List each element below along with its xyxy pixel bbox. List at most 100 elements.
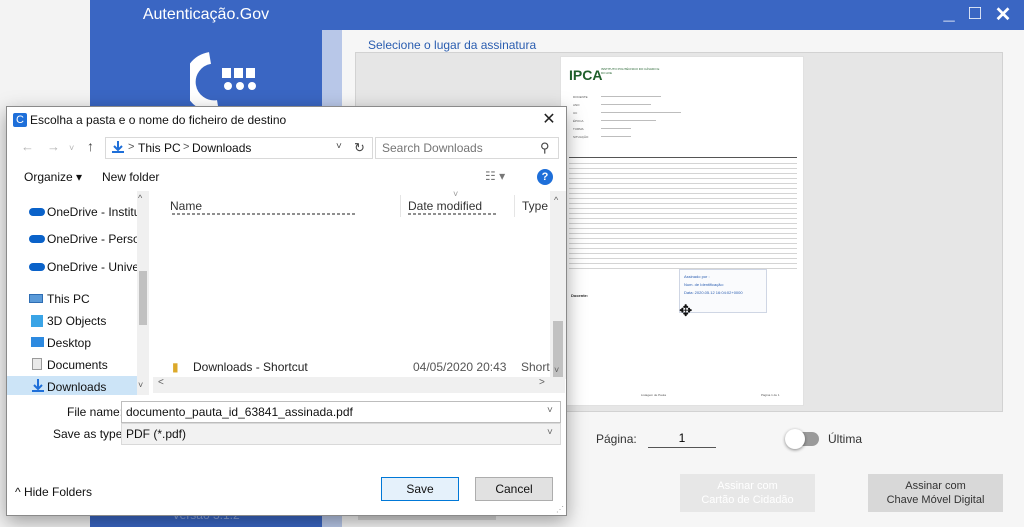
file-name-label: File name: xyxy=(67,405,124,419)
file-date: 04/05/2020 20:43 xyxy=(413,360,507,374)
sidebar-item-downloads[interactable]: Downloads xyxy=(7,376,137,395)
search-icon[interactable]: ⚲ xyxy=(540,140,550,156)
scroll-down-icon[interactable]: ˅ xyxy=(138,380,143,390)
view-options-icon[interactable]: ☷ ▾ xyxy=(485,169,505,183)
dialog-close-icon[interactable]: ✕ xyxy=(537,109,561,131)
maximize-icon[interactable]: □ xyxy=(962,2,988,25)
help-icon[interactable]: ? xyxy=(537,169,553,185)
recent-locations-chevron-icon[interactable]: ˅ xyxy=(69,143,74,153)
organize-button[interactable]: Organize ▾ xyxy=(24,170,82,184)
sidebar-item-onedrive-person[interactable]: OneDrive - Person xyxy=(7,228,137,250)
doc-field: TURMA xyxy=(573,127,584,131)
shortcut-folder-icon: ▮ xyxy=(172,360,179,374)
column-header-name[interactable]: Name xyxy=(170,199,202,213)
column-header-date-modified[interactable]: Date modified xyxy=(408,199,482,213)
desktop-icon xyxy=(31,337,44,347)
sidebar-item-label: OneDrive - Person xyxy=(47,232,137,246)
scroll-up-icon[interactable]: ^ xyxy=(138,193,142,203)
doc-text-line xyxy=(601,136,631,137)
doc-footer-listagem: Listagem de Pauta xyxy=(641,393,667,397)
chevron-up-icon: ^ xyxy=(15,485,24,499)
sign-with-mobile-key-button[interactable]: Assinar com Chave Móvel Digital xyxy=(868,474,1003,512)
app-icon: C xyxy=(13,113,27,127)
close-icon[interactable]: ✕ xyxy=(990,2,1016,27)
breadcrumb-downloads[interactable]: Downloads xyxy=(192,141,251,155)
page-label: Página: xyxy=(596,432,637,446)
scroll-down-icon[interactable]: ˅ xyxy=(554,365,559,375)
scroll-left-icon[interactable]: < xyxy=(158,377,164,388)
sign-with-citizen-card-button[interactable]: Assinar com Cartão de Cidadão xyxy=(680,474,815,512)
address-dropdown-chevron-icon[interactable]: ˅ xyxy=(336,141,342,152)
sidebar-item-documents[interactable]: Documents xyxy=(7,354,137,376)
refresh-icon[interactable]: ↻ xyxy=(354,140,365,156)
this-pc-icon xyxy=(29,294,43,303)
back-arrow-icon[interactable]: ← xyxy=(21,139,34,154)
command-bar: Organize ▾ New folder ☷ ▾ ? xyxy=(7,165,566,191)
doc-text-line xyxy=(601,120,656,121)
sidebar-item-label: 3D Objects xyxy=(47,314,107,328)
doc-field: UC xyxy=(573,111,578,115)
search-input[interactable] xyxy=(376,138,536,158)
breadcrumb-this-pc[interactable]: This PC xyxy=(138,141,181,155)
scroll-up-icon[interactable]: ^ xyxy=(554,195,558,205)
dialog-titlebar[interactable]: C Escolha a pasta e o nome do ficheiro d… xyxy=(7,107,566,133)
horizontal-scrollbar[interactable] xyxy=(153,377,565,393)
save-button[interactable]: Save xyxy=(381,477,459,501)
sidebar-item-3d-objects[interactable]: 3D Objects xyxy=(7,310,137,332)
navigation-scroll-thumb[interactable] xyxy=(139,271,147,325)
clipped-file-row[interactable] xyxy=(172,213,542,217)
doc-text-line xyxy=(601,96,661,97)
doc-field: ÉPOCA xyxy=(573,119,584,123)
page-number-input[interactable] xyxy=(648,428,716,448)
3d-objects-icon xyxy=(31,315,43,327)
sidebar-item-onedrive-univer[interactable]: OneDrive - Univer xyxy=(7,256,137,278)
column-header-type[interactable]: Type xyxy=(522,199,548,213)
file-list: Name ˅ Date modified Type ▮ Downloads - … xyxy=(150,191,566,395)
grades-table xyxy=(569,161,797,271)
save-file-dialog: C Escolha a pasta e o nome do ficheiro d… xyxy=(6,106,567,516)
download-folder-icon xyxy=(112,141,124,153)
scroll-right-icon[interactable]: > xyxy=(539,377,545,388)
doc-footer-page: Página 1 de 1 xyxy=(761,393,780,397)
save-as-type-select[interactable]: PDF (*.pdf) xyxy=(121,423,561,445)
signature-line: Data: 2020.05.12 16:04:02+0000 xyxy=(684,290,743,295)
last-page-toggle-knob[interactable] xyxy=(785,429,805,449)
clipped-file-date xyxy=(408,213,496,215)
app-logo-icon xyxy=(190,52,256,110)
forward-arrow-icon[interactable]: → xyxy=(47,139,60,154)
document-preview-page[interactable]: IPCA INSTITUTO POLITÉCNICO DO CÁVADO E D… xyxy=(560,56,804,406)
cancel-button[interactable]: Cancel xyxy=(475,477,553,501)
last-page-label: Última xyxy=(828,432,863,446)
doc-text-line xyxy=(601,104,651,105)
signature-location-header: Selecione o lugar da assinatura xyxy=(368,38,537,52)
save-as-type-dropdown-icon[interactable]: ˅ xyxy=(547,427,553,438)
file-name-dropdown-icon[interactable]: ˅ xyxy=(547,405,553,416)
sidebar-item-this-pc[interactable]: This PC xyxy=(7,288,137,310)
doc-field: DOCENTE xyxy=(573,95,588,99)
app-titlebar xyxy=(322,0,1024,30)
sort-chevron-icon: ˅ xyxy=(453,191,459,199)
breadcrumb-separator-icon: > xyxy=(183,141,190,153)
onedrive-icon xyxy=(29,208,45,216)
navigation-pane: OneDrive - Institu OneDrive - Person One… xyxy=(7,191,153,395)
address-bar[interactable]: > This PC > Downloads ˅ ↻ xyxy=(105,137,373,159)
sidebar-item-label: This PC xyxy=(47,292,90,306)
sign-with-citizen-card-label: Assinar com Cartão de Cidadão xyxy=(701,480,794,506)
search-box[interactable]: ⚲ xyxy=(375,137,559,159)
doc-text-line xyxy=(601,112,681,113)
signature-line: Num. de Identificação: xyxy=(684,282,724,287)
dialog-title: Escolha a pasta e o nome do ficheiro de … xyxy=(30,113,287,127)
file-name-input[interactable] xyxy=(121,401,561,423)
resize-grip-icon[interactable]: ⋰ xyxy=(556,505,564,514)
breadcrumb-separator-icon: > xyxy=(128,141,135,153)
file-row[interactable]: ▮ Downloads - Shortcut 04/05/2020 20:43 … xyxy=(162,357,562,379)
onedrive-icon xyxy=(29,235,45,243)
ipca-logo: IPCA xyxy=(569,67,603,83)
hide-folders-button[interactable]: ^ Hide Folders xyxy=(15,485,92,499)
new-folder-button[interactable]: New folder xyxy=(102,170,159,184)
up-arrow-icon[interactable]: ↑ xyxy=(87,138,94,154)
sidebar-item-onedrive-institu[interactable]: OneDrive - Institu xyxy=(7,201,137,223)
downloads-icon xyxy=(32,379,44,392)
sidebar-item-desktop[interactable]: Desktop xyxy=(7,332,137,354)
minimize-icon[interactable]: _ xyxy=(936,2,962,25)
